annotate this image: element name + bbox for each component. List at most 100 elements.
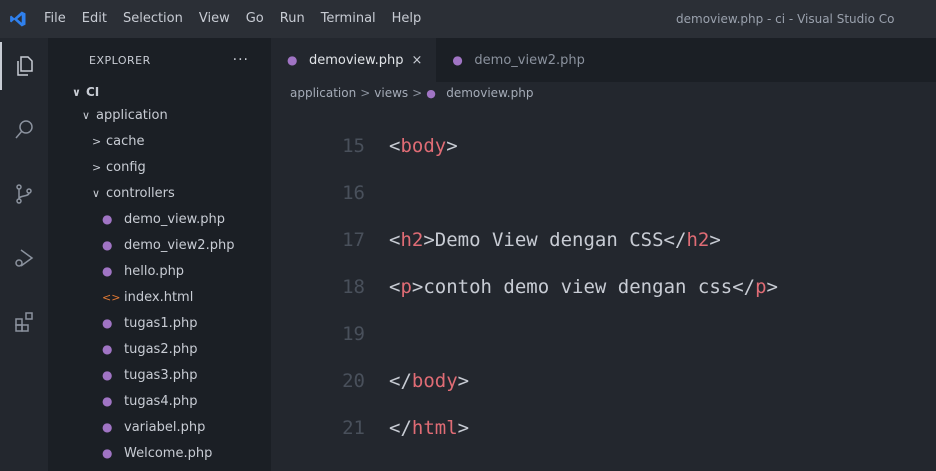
code-line[interactable]: 19 <box>271 314 936 354</box>
menu-file[interactable]: File <box>36 0 74 38</box>
chevron-down-icon: ∨ <box>72 85 81 99</box>
tree-file[interactable]: ● tugas2.php <box>48 336 271 362</box>
breadcrumb-separator: > <box>360 86 371 100</box>
explorer-title: EXPLORER <box>89 53 151 67</box>
tree-item-label: hello.php <box>124 263 185 279</box>
php-file-icon: ● <box>102 394 113 408</box>
tab-demoview-php[interactable]: ● demoview.php × <box>271 38 437 82</box>
code-text: <p>contoh demo view dengan css</p> <box>389 276 778 298</box>
code-text: <h2>Demo View dengan CSS</h2> <box>389 229 721 251</box>
tree-file[interactable]: <> index.html <box>48 284 271 310</box>
file-tree: ∨ application > cache > config ∨ controllers ● de… <box>48 102 271 466</box>
chevron-right-icon: > <box>92 134 102 148</box>
menu-terminal[interactable]: Terminal <box>313 0 384 38</box>
tree-item-label: tugas2.php <box>124 341 198 357</box>
line-number: 17 <box>342 229 365 251</box>
tree-item-label: application <box>96 107 168 123</box>
breadcrumb-item[interactable]: views <box>374 86 408 100</box>
tree-file[interactable]: ● tugas3.php <box>48 362 271 388</box>
php-file-icon: ● <box>452 53 463 67</box>
tree-file[interactable]: ● demo_view.php <box>48 206 271 232</box>
tab-label: demo_view2.php <box>474 52 585 68</box>
code-line[interactable]: 20 </body> <box>271 361 936 401</box>
tree-item-label: index.html <box>124 289 194 305</box>
line-number: 15 <box>342 135 365 157</box>
tree-folder[interactable]: ∨ controllers <box>48 180 271 206</box>
code-line[interactable]: 15 <body> <box>271 126 936 166</box>
php-file-icon: ● <box>287 53 298 67</box>
tab-label: demoview.php <box>309 52 404 68</box>
menu-run[interactable]: Run <box>272 0 313 38</box>
tree-item-label: tugas1.php <box>124 315 198 331</box>
tree-file[interactable]: ● hello.php <box>48 258 271 284</box>
extensions-icon[interactable] <box>0 298 48 346</box>
window-title: demoview.php - ci - Visual Studio Co <box>676 12 895 26</box>
breadcrumb: application > views > ● demoview.php <box>271 82 936 104</box>
root-folder[interactable]: ∨ CI <box>48 82 271 102</box>
vscode-logo-icon <box>0 0 36 38</box>
php-file-icon: ● <box>102 238 113 252</box>
tree-file[interactable]: ● tugas1.php <box>48 310 271 336</box>
tree-folder[interactable]: ∨ application <box>48 102 271 128</box>
menu-edit[interactable]: Edit <box>74 0 115 38</box>
tab-demo-view2-php[interactable]: ● demo_view2.php <box>436 38 598 82</box>
tree-item-label: variabel.php <box>124 419 206 435</box>
menu-selection[interactable]: Selection <box>115 0 191 38</box>
tree-item-label: cache <box>106 133 145 149</box>
title-bar: File Edit Selection View Go Run Terminal Help d… <box>0 0 936 38</box>
php-file-icon: ● <box>102 420 113 434</box>
more-actions-icon[interactable]: ··· <box>233 52 249 68</box>
activity-bar <box>0 38 48 471</box>
tree-file[interactable]: ● variabel.php <box>48 414 271 440</box>
php-file-icon: ● <box>102 212 113 226</box>
explorer-sidebar: EXPLORER ··· ∨ CI ∨ application > cache > con… <box>48 38 271 471</box>
html-file-icon: <> <box>102 290 121 304</box>
line-number: 19 <box>342 323 365 345</box>
code-editor[interactable]: 15 <body> 16 17 <h2>Demo View dengan CSS</h2… <box>271 104 936 471</box>
line-number: 20 <box>342 370 365 392</box>
editor-tabs: ● demoview.php × ● demo_view2.php <box>271 38 936 82</box>
tree-item-label: demo_view.php <box>124 211 225 227</box>
chevron-down-icon: ∨ <box>92 186 101 200</box>
tree-file[interactable]: ● Welcome.php <box>48 440 271 466</box>
code-line[interactable]: 18 <p>contoh demo view dengan css</p> <box>271 267 936 307</box>
breadcrumb-item[interactable]: application <box>290 86 356 100</box>
tree-item-label: Welcome.php <box>124 445 213 461</box>
code-text: </body> <box>389 370 470 392</box>
tree-folder[interactable]: > cache <box>48 128 271 154</box>
close-icon[interactable]: × <box>412 53 423 68</box>
breadcrumb-separator: > <box>412 86 423 100</box>
tree-item-label: config <box>106 159 146 175</box>
php-file-icon: ● <box>102 368 113 382</box>
tree-item-label: tugas4.php <box>124 393 198 409</box>
code-line[interactable]: 17 <h2>Demo View dengan CSS</h2> <box>271 220 936 260</box>
tree-file[interactable]: ● demo_view2.php <box>48 232 271 258</box>
php-file-icon: ● <box>102 316 113 330</box>
php-file-icon: ● <box>102 446 113 460</box>
tree-item-label: controllers <box>106 185 175 201</box>
line-number: 16 <box>342 182 365 204</box>
chevron-right-icon: > <box>92 160 102 174</box>
code-line[interactable]: 21 </html> <box>271 408 936 448</box>
search-icon[interactable] <box>0 106 48 154</box>
line-number: 18 <box>342 276 365 298</box>
tree-folder[interactable]: > config <box>48 154 271 180</box>
menu-help[interactable]: Help <box>384 0 430 38</box>
run-debug-icon[interactable] <box>0 234 48 282</box>
line-number: 21 <box>342 417 365 439</box>
code-text: </html> <box>389 417 470 439</box>
php-file-icon: ● <box>102 342 113 356</box>
menu-bar: File Edit Selection View Go Run Terminal Help <box>36 0 429 38</box>
explorer-header: EXPLORER ··· <box>48 38 271 82</box>
breadcrumb-item[interactable]: demoview.php <box>446 86 533 100</box>
menu-go[interactable]: Go <box>238 0 272 38</box>
menu-view[interactable]: View <box>191 0 238 38</box>
source-control-icon[interactable] <box>0 170 48 218</box>
php-file-icon: ● <box>102 264 113 278</box>
tree-file[interactable]: ● tugas4.php <box>48 388 271 414</box>
root-folder-label: CI <box>86 85 100 99</box>
code-line[interactable]: 16 <box>271 173 936 213</box>
explorer-icon[interactable] <box>0 42 48 90</box>
tree-item-label: tugas3.php <box>124 367 198 383</box>
code-text: <body> <box>389 135 458 157</box>
